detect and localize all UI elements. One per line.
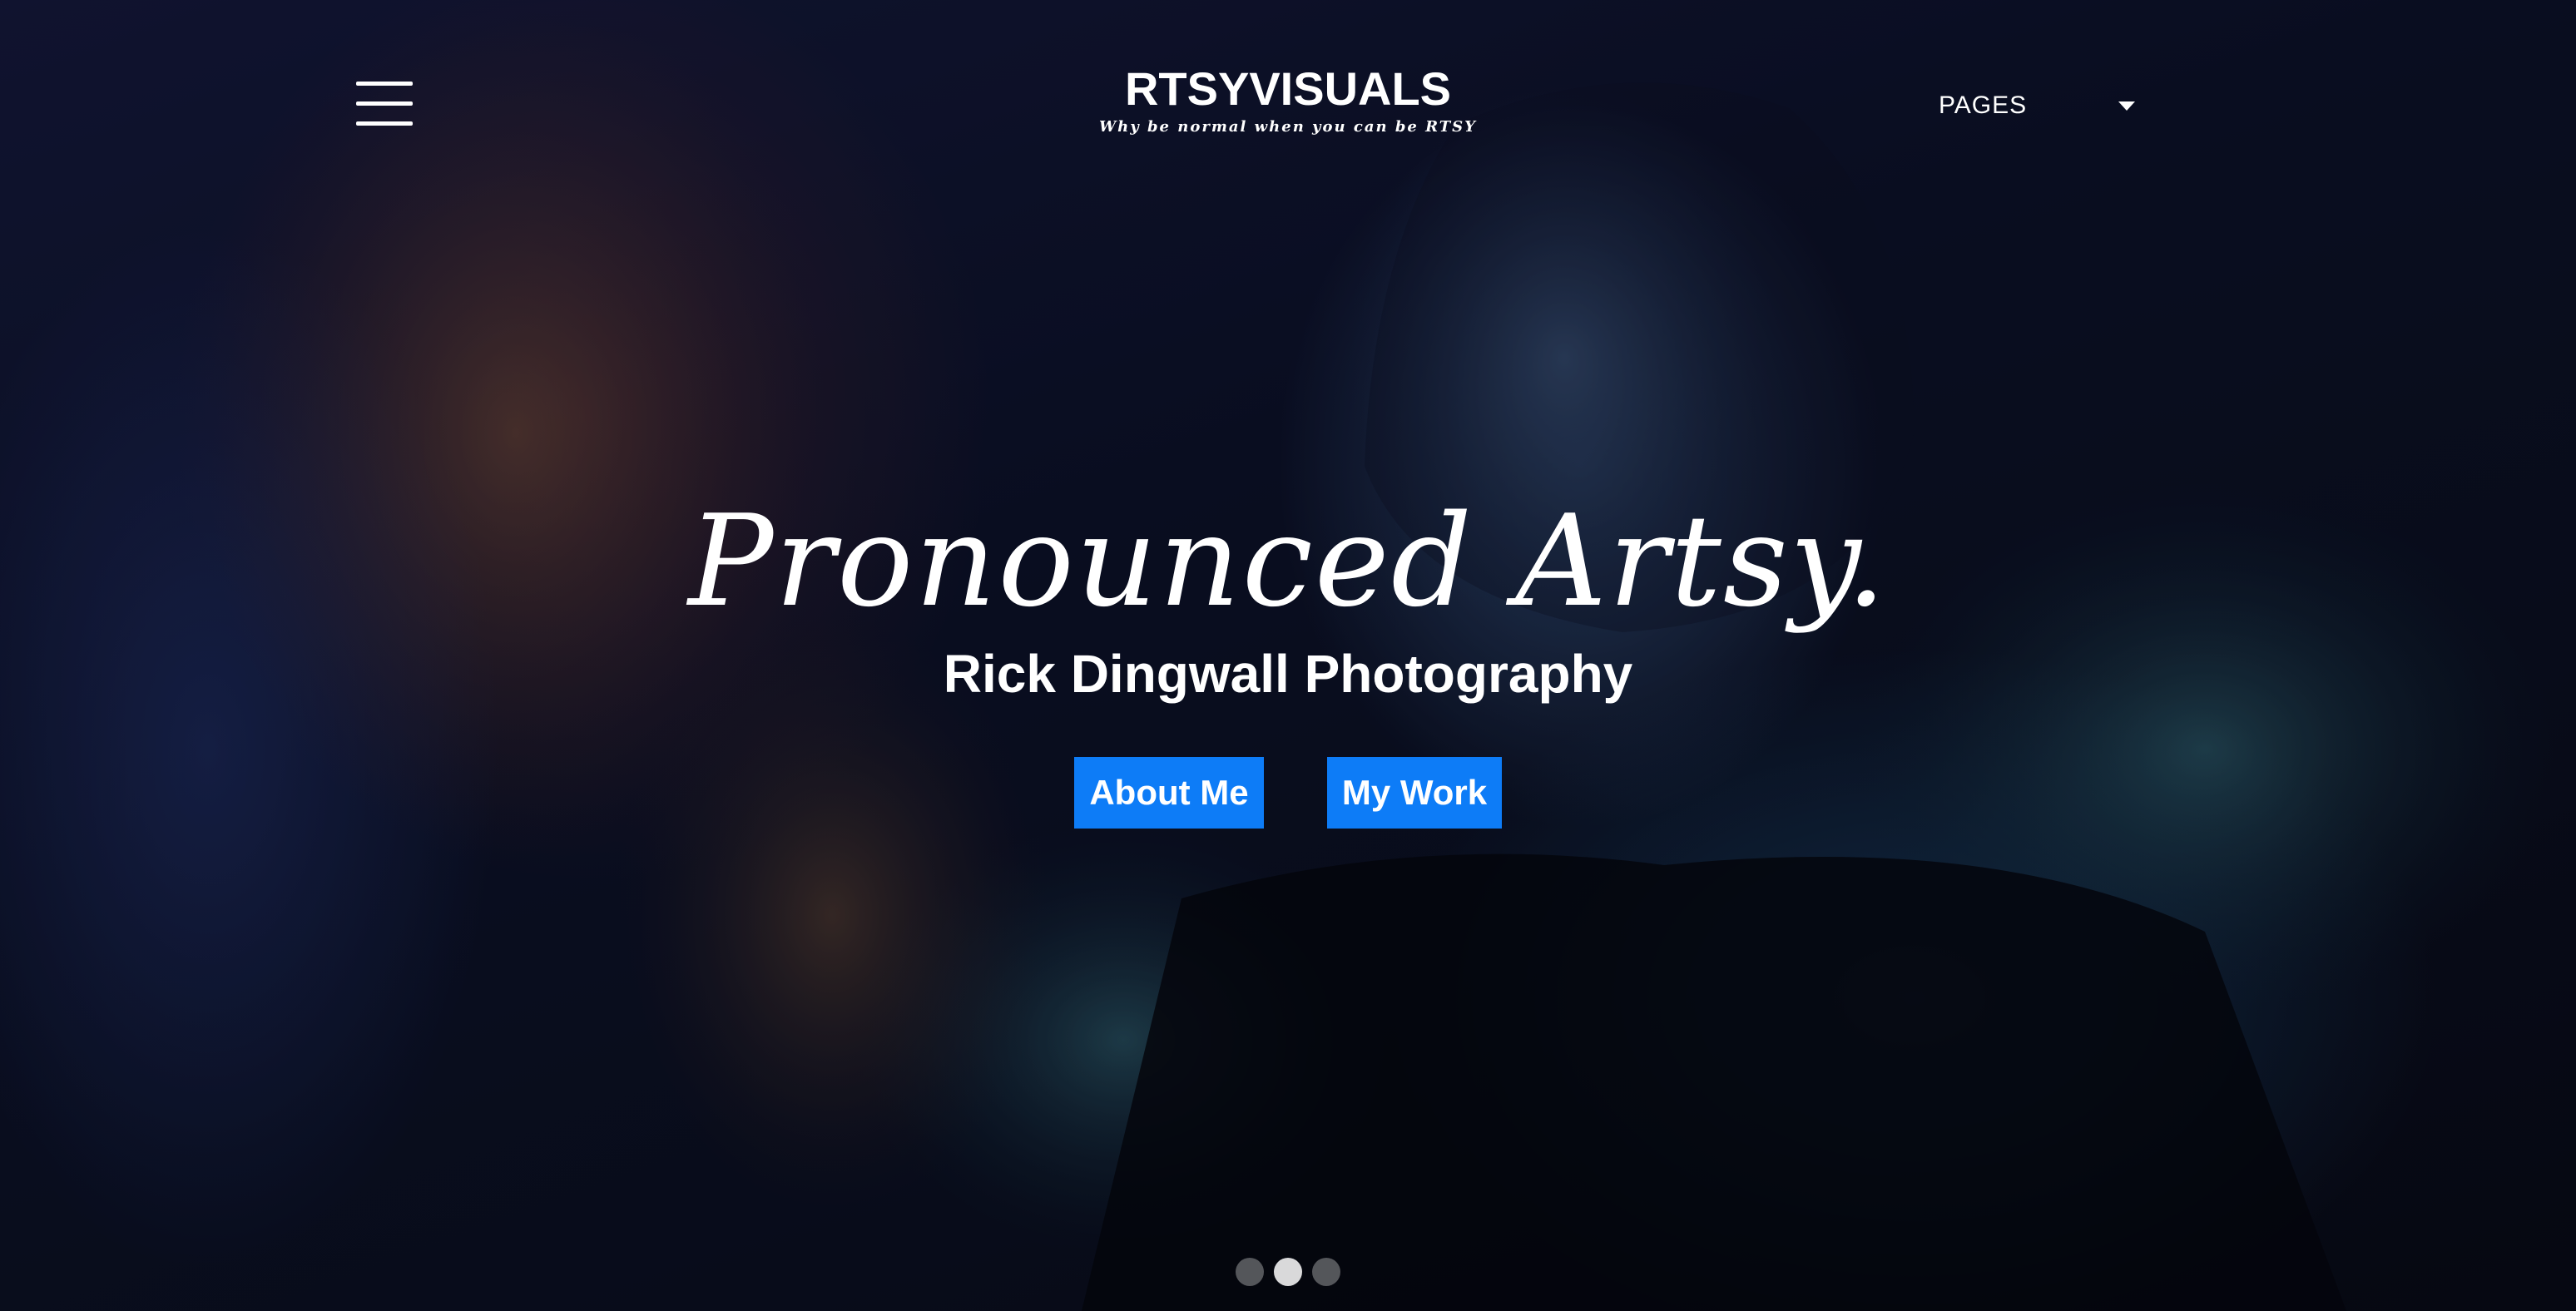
site-brand[interactable]: RTSYVISUALS Why be normal when you can b…	[1038, 60, 1538, 136]
site-logo-title[interactable]: RTSYVISUALS	[1038, 60, 1538, 118]
pages-dropdown[interactable]: PAGES	[1939, 87, 2138, 125]
hero-section: RTSYVISUALS Why be normal when you can b…	[0, 0, 2576, 1311]
hamburger-menu-icon[interactable]	[356, 80, 413, 128]
my-work-button[interactable]: My Work	[1327, 757, 1502, 829]
hero-subtitle: Rick Dingwall Photography	[943, 644, 1633, 704]
site-tagline: Why be normal when you can be RTSY	[1098, 118, 1478, 136]
hero-text: Pronounced Artsy. Rick Dingwall Photogra…	[0, 482, 2576, 707]
carousel-dot-2[interactable]	[1274, 1258, 1302, 1286]
hero-actions: About Me My Work	[0, 757, 2576, 829]
carousel-indicators	[0, 1258, 2576, 1286]
carousel-dot-3[interactable]	[1312, 1258, 1340, 1286]
hero-title: Pronounced Artsy.	[688, 487, 1888, 635]
caret-down-icon	[2118, 101, 2135, 111]
pages-dropdown-label: PAGES	[1939, 92, 2028, 119]
about-me-button[interactable]: About Me	[1074, 757, 1264, 829]
carousel-dot-1[interactable]	[1236, 1258, 1264, 1286]
